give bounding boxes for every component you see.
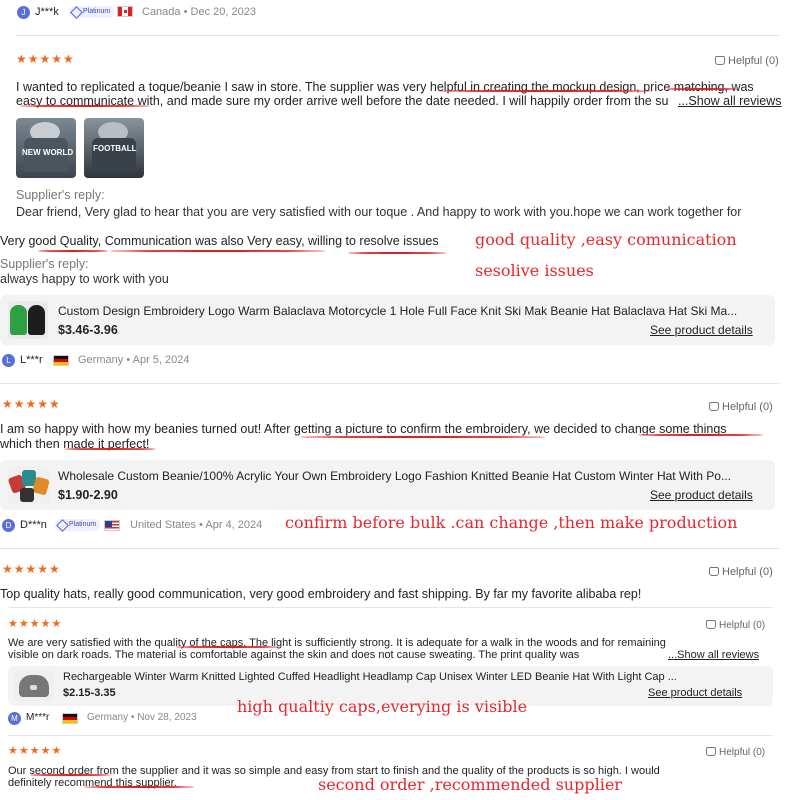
annotation-underline [176, 646, 280, 648]
rating-stars: ★★★★★ [2, 562, 61, 576]
annotation-underline [110, 250, 325, 252]
annotation-note: second order ,recommended supplier [318, 775, 622, 794]
divider [16, 35, 780, 36]
divider [0, 383, 780, 384]
product-price: $3.46-3.96 [58, 323, 118, 337]
product-card[interactable]: Wholesale Custom Beanie/100% Acrylic You… [0, 460, 775, 510]
annotation-note: confirm before bulk .can change ,then ma… [285, 513, 738, 532]
show-all-reviews-link[interactable]: ...Show all reviews [668, 649, 759, 661]
review-photo[interactable]: FOOTBALL [84, 118, 144, 178]
product-thumbnail [8, 466, 50, 504]
reviewer-name: J***k [35, 6, 59, 18]
product-thumbnail [8, 301, 48, 339]
germany-flag-icon [53, 355, 69, 366]
review-photo[interactable]: NEW WORLD [16, 118, 76, 178]
reviewer-name: L***r [20, 354, 43, 366]
annotation-underline [666, 88, 738, 90]
annotation-underline [348, 252, 446, 254]
product-thumbnail [14, 671, 54, 701]
annotation-underline [438, 90, 653, 92]
product-title[interactable]: Wholesale Custom Beanie/100% Acrylic You… [58, 469, 764, 483]
avatar: M [8, 712, 21, 725]
avatar: J [17, 6, 30, 19]
diamond-icon [70, 6, 83, 19]
thumbs-up-icon [706, 747, 716, 756]
review-text: Top quality hats, really good communicat… [0, 587, 642, 601]
divider [8, 735, 773, 736]
review-text: Very good Quality, Communication was als… [0, 234, 439, 248]
rating-stars: ★★★★★ [8, 618, 63, 630]
review-text: We are very satisfied with the quality o… [8, 637, 666, 649]
annotation-underline [84, 786, 194, 788]
product-price: $1.90-2.90 [58, 488, 118, 502]
rating-stars: ★★★★★ [8, 745, 63, 757]
helpful-button[interactable]: Helpful (0) [706, 747, 765, 758]
reviewer-meta: Germany • Nov 28, 2023 [87, 712, 197, 723]
supplier-reply-label: Supplier's reply: [16, 188, 105, 202]
product-title[interactable]: Custom Design Embroidery Logo Warm Balac… [58, 304, 764, 318]
annotation-underline [64, 448, 156, 450]
divider [0, 548, 780, 549]
helpful-button[interactable]: Helpful (0) [709, 401, 773, 413]
annotation-underline [20, 105, 150, 107]
us-flag-icon [104, 520, 120, 531]
reviewer-meta: Germany • Apr 5, 2024 [78, 354, 190, 366]
reviewer-name: M***r [26, 712, 50, 723]
canada-flag-icon [117, 6, 133, 17]
annotation-underline [638, 434, 763, 436]
product-card[interactable]: Custom Design Embroidery Logo Warm Balac… [0, 295, 775, 345]
helpful-button[interactable]: Helpful (0) [706, 620, 765, 631]
supplier-reply-text: Dear friend, Very glad to hear that you … [16, 205, 742, 219]
supplier-reply-text: always happy to work with you [0, 272, 169, 286]
thumbs-up-icon [715, 56, 725, 65]
product-price: $2.15-3.35 [63, 687, 116, 699]
avatar: L [2, 354, 15, 367]
helpful-button[interactable]: Helpful (0) [715, 55, 779, 67]
show-all-reviews-link[interactable]: ...Show all reviews [678, 94, 782, 109]
supplier-reply-label: Supplier's reply: [0, 257, 89, 271]
platinum-badge: Platinum [55, 519, 101, 532]
germany-flag-icon [62, 713, 78, 724]
reviewer-meta: Canada • Dec 20, 2023 [142, 6, 256, 18]
divider [8, 607, 773, 608]
rating-stars: ★★★★★ [16, 52, 75, 66]
see-product-details-link[interactable]: See product details [648, 687, 742, 699]
see-product-details-link[interactable]: See product details [650, 323, 753, 337]
avatar: D [2, 519, 15, 532]
see-product-details-link[interactable]: See product details [650, 488, 753, 502]
platinum-badge: Platinum [69, 6, 115, 19]
annotation-note: good quality ,easy comunication [475, 230, 737, 249]
reviewer-name: D***n [20, 519, 47, 531]
annotation-note: sesolive issues [475, 261, 594, 280]
annotation-underline [38, 250, 108, 252]
thumbs-up-icon [706, 620, 716, 629]
thumbs-up-icon [709, 402, 719, 411]
annotation-underline [30, 774, 110, 776]
product-title[interactable]: Rechargeable Winter Warm Knitted Lighted… [63, 671, 758, 683]
diamond-icon [56, 519, 69, 532]
reviewer-meta: United States • Apr 4, 2024 [130, 519, 263, 531]
thumbs-up-icon [709, 567, 719, 576]
review-text: visible on dark roads. The material is c… [8, 649, 580, 661]
helpful-button[interactable]: Helpful (0) [709, 566, 773, 578]
rating-stars: ★★★★★ [2, 397, 61, 411]
annotation-note: high qualtiy caps,everying is visible [237, 697, 528, 716]
annotation-underline [300, 436, 545, 438]
